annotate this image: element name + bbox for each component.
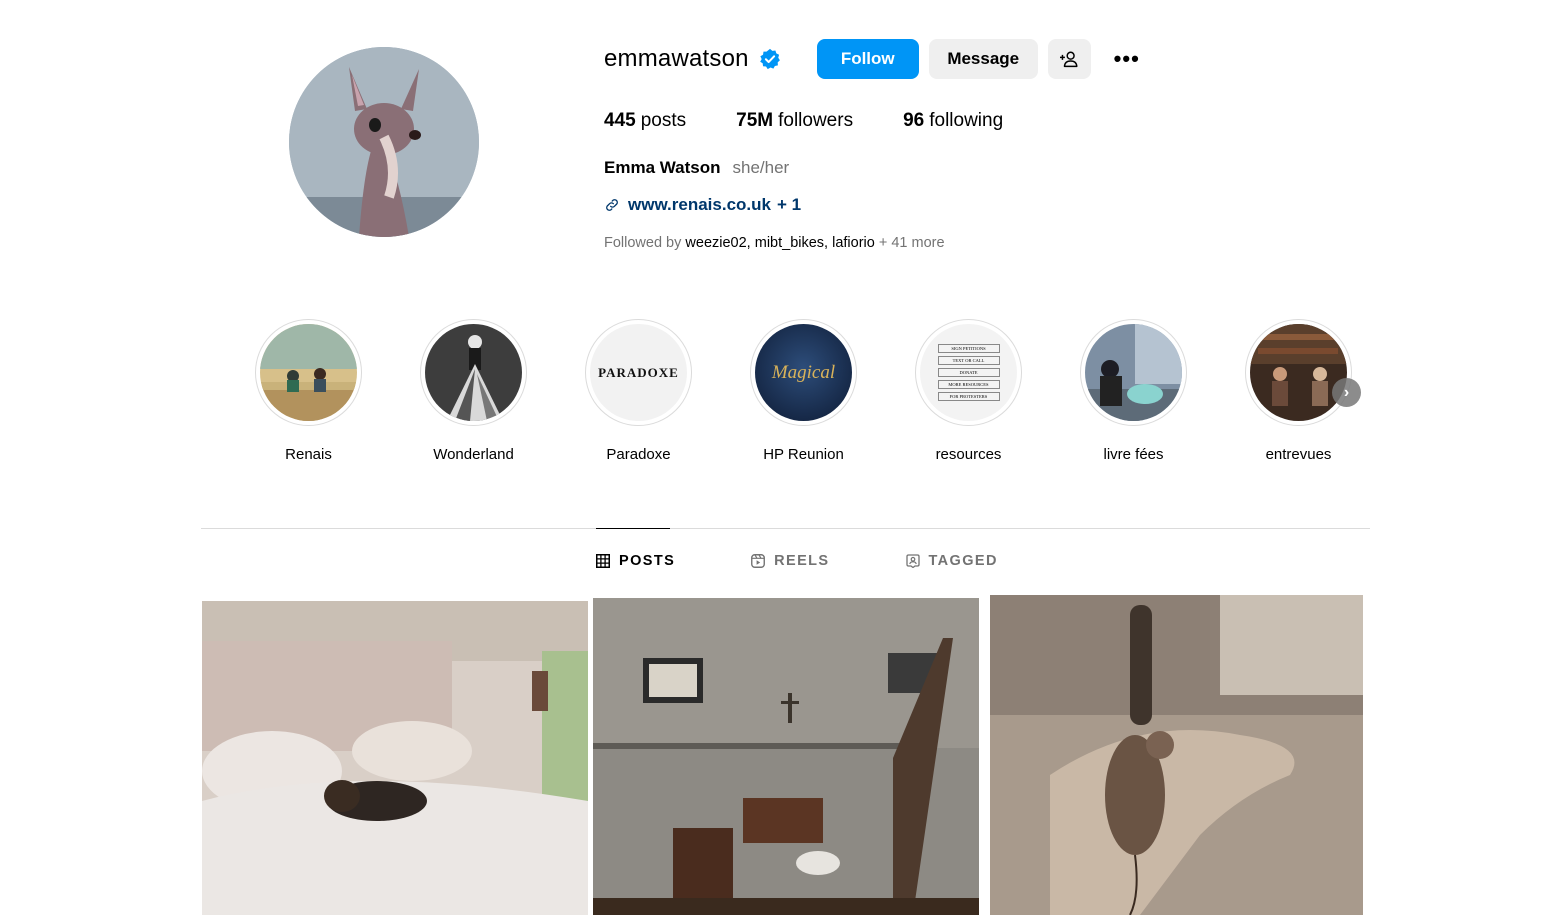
followed-by-name[interactable]: weezie02	[685, 235, 746, 251]
highlight-item[interactable]: Magical HP Reunion	[750, 319, 915, 463]
highlight-ring	[255, 319, 362, 426]
stat-following[interactable]: 96 following	[903, 110, 1003, 132]
highlight-label: livre fées	[1103, 446, 1164, 463]
highlight-ring	[1245, 319, 1352, 426]
highlight-cover-image	[1250, 324, 1347, 421]
highlight-label: entrevues	[1265, 446, 1332, 463]
person-add-icon	[1060, 51, 1078, 68]
highlight-cover-image	[260, 324, 357, 421]
highlight-cover-image	[1085, 324, 1182, 421]
stat-posts: 445 posts	[604, 110, 686, 132]
highlight-item[interactable]: Wonderland	[420, 319, 585, 463]
highlight-ring: SIGN PETITIONS TEXT OR CALL DONATE MORE …	[915, 319, 1022, 426]
highlight-label: Wonderland	[433, 446, 514, 463]
followed-by[interactable]: Followed by weezie02, mibt_bikes, lafior…	[604, 235, 1147, 251]
tagged-icon	[905, 554, 920, 568]
highlight-ring: PARADOXE	[585, 319, 692, 426]
suggest-user-button[interactable]	[1047, 39, 1091, 79]
followed-by-name[interactable]: lafiorio	[832, 235, 875, 251]
highlight-cover	[260, 324, 357, 421]
message-button[interactable]: Message	[928, 39, 1038, 79]
stat-posts-label: posts	[640, 110, 687, 131]
post-thumbnail[interactable]	[593, 598, 979, 915]
reels-icon	[751, 554, 766, 568]
tab-label: TAGGED	[928, 553, 998, 569]
stat-followers-value: 75M	[736, 110, 774, 131]
highlight-cover: PARADOXE	[590, 324, 687, 421]
grid-icon	[596, 554, 610, 568]
highlight-item[interactable]: entrevues	[1245, 319, 1410, 463]
highlight-item[interactable]: SIGN PETITIONS TEXT OR CALL DONATE MORE …	[915, 319, 1080, 463]
stat-posts-value: 445	[604, 110, 636, 131]
post-thumbnail[interactable]	[990, 595, 1363, 915]
highlight-item[interactable]: PARADOXE Paradoxe	[585, 319, 750, 463]
verified-badge-icon	[759, 48, 780, 70]
post-thumbnail[interactable]	[202, 601, 588, 915]
post-image	[990, 595, 1363, 915]
resource-item: DONATE	[937, 368, 1000, 377]
highlight-cover	[1250, 324, 1347, 421]
resource-item: MORE RESOURCES	[937, 380, 1000, 389]
stat-followers[interactable]: 75M followers	[736, 110, 853, 132]
highlight-cover-image	[425, 324, 522, 421]
followed-by-more[interactable]: + 41 more	[879, 235, 945, 251]
tab-label: POSTS	[619, 553, 676, 569]
active-tab-indicator	[596, 528, 670, 529]
resource-item: FOR PROTESTERS	[937, 392, 1000, 401]
link-icon	[606, 199, 618, 211]
tab-posts[interactable]: POSTS	[596, 553, 675, 569]
highlights-next-button[interactable]: ›	[1332, 378, 1361, 407]
post-image	[202, 601, 588, 915]
username: emmawatson	[604, 45, 749, 72]
highlight-item[interactable]: livre fées	[1080, 319, 1245, 463]
full-name: Emma Watson	[604, 158, 721, 177]
tab-label: REELS	[774, 553, 830, 569]
resource-item: TEXT OR CALL	[937, 356, 1000, 365]
tab-tagged[interactable]: TAGGED	[905, 553, 998, 569]
profile-header-row: emmawatson Follow Message •••	[604, 38, 1147, 80]
followed-by-prefix: Followed by	[604, 235, 682, 251]
highlight-item[interactable]: Renais	[255, 319, 420, 463]
profile-tabs: POSTS REELS TAGGED	[596, 553, 1074, 569]
highlight-label: resources	[935, 446, 1002, 463]
highlight-ring	[1080, 319, 1187, 426]
followed-by-name[interactable]: mibt_bikes	[755, 235, 824, 251]
profile-avatar[interactable]	[289, 47, 479, 237]
pronouns: she/her	[732, 158, 790, 177]
highlight-ring: Magical	[750, 319, 857, 426]
highlight-label: Renais	[285, 446, 332, 463]
tab-reels[interactable]: REELS	[751, 553, 829, 569]
highlight-label: Paradoxe	[606, 446, 671, 463]
highlight-ring	[420, 319, 527, 426]
followed-by-separator: ,	[824, 235, 833, 251]
bio-link-more[interactable]: + 1	[777, 195, 801, 215]
more-horizontal-icon: •••	[1113, 46, 1140, 71]
highlight-cover-text: PARADOXE	[598, 364, 679, 380]
highlight-cover-text: Magical	[771, 361, 836, 383]
highlight-cover	[425, 324, 522, 421]
chevron-right-icon: ›	[1343, 383, 1350, 401]
followed-by-separator: ,	[746, 235, 755, 251]
highlight-cover: SIGN PETITIONS TEXT OR CALL DONATE MORE …	[920, 324, 1017, 421]
stat-following-label: following	[929, 110, 1004, 131]
follow-button[interactable]: Follow	[816, 39, 919, 79]
tabs-divider	[201, 528, 1370, 529]
post-image	[593, 598, 979, 915]
stat-following-value: 96	[903, 110, 925, 131]
avatar-image	[289, 47, 479, 237]
story-highlights: Renais Wonderland PARADOXE Paradoxe Magi…	[255, 319, 1410, 463]
profile-info: emmawatson Follow Message ••• 445 posts 7…	[604, 38, 1147, 251]
highlight-label: HP Reunion	[763, 446, 844, 463]
resource-item: SIGN PETITIONS	[937, 344, 1000, 353]
stat-followers-label: followers	[778, 110, 854, 131]
bio-link[interactable]: www.renais.co.uk + 1	[604, 195, 1147, 215]
name-row: Emma Watson she/her	[604, 158, 1147, 178]
more-options-button[interactable]: •••	[1107, 39, 1147, 79]
highlight-cover	[1085, 324, 1182, 421]
highlight-cover: Magical	[755, 324, 852, 421]
profile-stats: 445 posts 75M followers 96 following	[604, 110, 1147, 132]
bio-link-text[interactable]: www.renais.co.uk	[628, 195, 771, 215]
